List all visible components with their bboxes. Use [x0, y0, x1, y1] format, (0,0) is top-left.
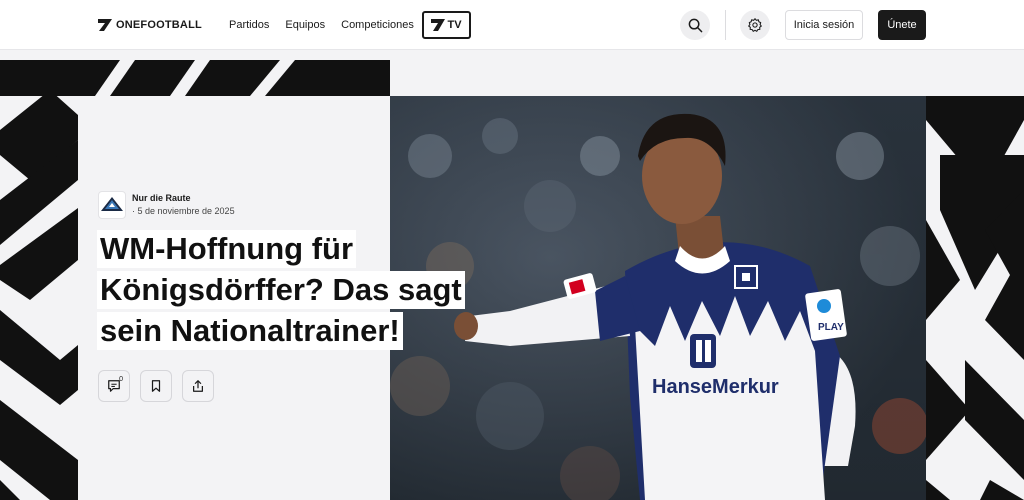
main-nav: Partidos Equipos Competiciones [229, 0, 414, 50]
headline-line-2: Königsdörffer? Das sagt [97, 271, 465, 309]
search-button[interactable] [680, 10, 710, 40]
jersey-sponsor-text: HanseMerkur [652, 376, 779, 398]
bookmark-icon [151, 380, 161, 392]
search-icon [688, 18, 702, 32]
onefootball-logo-icon [98, 19, 112, 31]
comment-count: 0 [119, 376, 123, 383]
nav-item-partidos[interactable]: Partidos [229, 19, 269, 31]
article-headline[interactable]: WM-Hoffnung für Königsdörffer? Das sagt … [97, 230, 527, 353]
article-source[interactable]: Nur die Raute · 5 de noviembre de 2025 [98, 191, 235, 219]
tv-label: TV [447, 19, 462, 31]
source-name[interactable]: Nur die Raute [132, 193, 235, 203]
headline-line-1: WM-Hoffnung für [97, 230, 357, 268]
header-divider [725, 10, 726, 40]
onefootball-tv-logo-icon [431, 19, 446, 31]
source-logo [98, 191, 126, 219]
article-date-text: 5 de noviembre de 2025 [137, 206, 235, 216]
gear-icon [748, 18, 762, 32]
join-button[interactable]: Únete [878, 10, 926, 40]
logo-text: ONEFOOTBALL [116, 19, 202, 31]
article-actions: 0 [98, 370, 214, 402]
sleeve-badge-text: PLAY [818, 322, 844, 333]
raute-logo-icon [101, 197, 123, 211]
share-button[interactable] [182, 370, 214, 402]
hero-article-banner[interactable]: PLAY HanseMerkur Nur die Raute · 5 de no… [0, 60, 1024, 500]
top-navigation-bar: ONEFOOTBALL Partidos Equipos Competicion… [0, 0, 1024, 50]
nav-item-equipos[interactable]: Equipos [285, 19, 325, 31]
comment-button[interactable]: 0 [98, 370, 130, 402]
login-button[interactable]: Inicia sesión [785, 10, 863, 40]
article-date: · 5 de noviembre de 2025 [132, 206, 235, 216]
settings-button[interactable] [740, 10, 770, 40]
onefootball-tv-button[interactable]: TV [422, 11, 471, 39]
share-icon [193, 380, 203, 392]
headline-line-3: sein Nationaltrainer! [97, 312, 403, 350]
nav-item-competiciones[interactable]: Competiciones [341, 19, 414, 31]
bookmark-button[interactable] [140, 370, 172, 402]
onefootball-logo[interactable]: ONEFOOTBALL [98, 17, 202, 33]
